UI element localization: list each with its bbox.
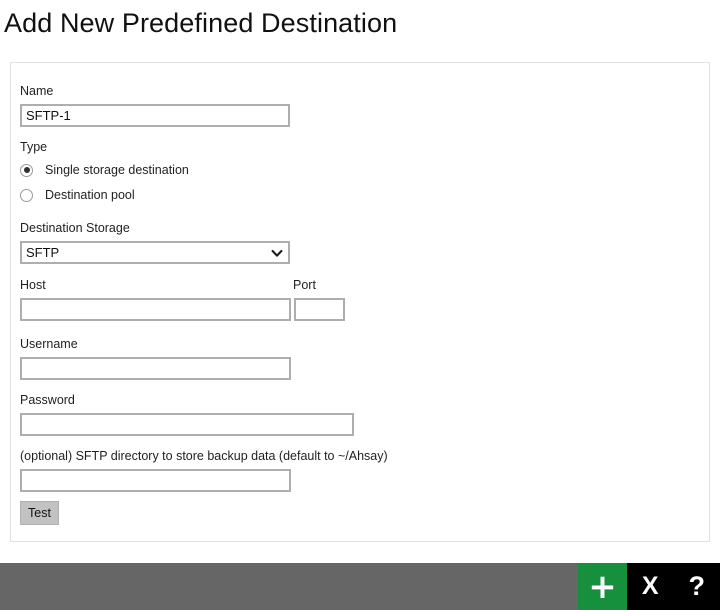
type-label: Type	[20, 140, 48, 154]
host-input[interactable]	[20, 298, 291, 321]
radio-destination-pool[interactable]: Destination pool	[20, 186, 135, 204]
radio-single-storage-destination-label: Single storage destination	[45, 163, 189, 177]
test-button[interactable]: Test	[20, 501, 59, 525]
sftp-directory-input[interactable]	[20, 469, 291, 492]
name-label: Name	[20, 84, 54, 98]
radio-destination-pool-label: Destination pool	[45, 188, 135, 202]
destination-storage-label: Destination Storage	[20, 221, 130, 235]
close-button[interactable]: X	[627, 563, 674, 610]
port-input[interactable]	[294, 298, 345, 321]
destination-form-panel: Name Type Single storage destination Des…	[10, 62, 710, 542]
radio-mark-selected-icon	[20, 163, 33, 177]
toolbar-actions: X ?	[627, 563, 720, 610]
host-label: Host	[20, 278, 46, 292]
password-input[interactable]	[20, 413, 354, 436]
port-label: Port	[293, 278, 316, 292]
destination-storage-selected-value: SFTP	[26, 245, 60, 260]
username-input[interactable]	[20, 357, 291, 380]
chevron-down-icon	[270, 246, 284, 260]
radio-mark-unselected-icon	[20, 188, 33, 202]
help-button[interactable]: ?	[674, 563, 720, 610]
radio-single-storage-destination[interactable]: Single storage destination	[20, 161, 189, 179]
close-x-icon: X	[641, 572, 659, 600]
destination-storage-select[interactable]: SFTP	[20, 241, 290, 264]
page-title: Add New Predefined Destination	[4, 8, 398, 38]
toolbar-spacer	[0, 563, 578, 610]
username-label: Username	[20, 337, 78, 351]
add-button[interactable]: +	[578, 563, 627, 610]
plus-icon: +	[588, 566, 617, 607]
password-label: Password	[20, 393, 75, 407]
sftp-directory-label: (optional) SFTP directory to store backu…	[20, 449, 388, 463]
question-mark-icon: ?	[688, 571, 706, 601]
name-input[interactable]	[20, 104, 290, 127]
bottom-toolbar: + X ?	[0, 563, 720, 610]
